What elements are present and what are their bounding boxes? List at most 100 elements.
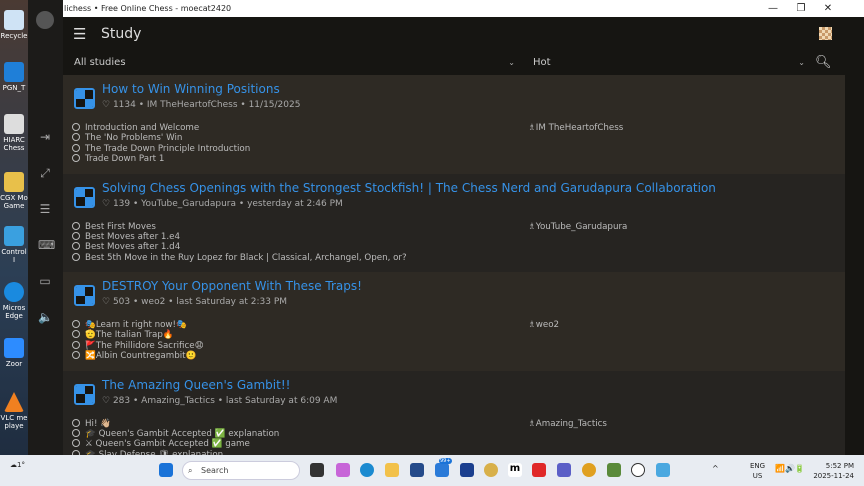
likes: 139 <box>112 198 131 209</box>
study-card[interactable]: The Amazing Queen's Gambit!! ♡ 283 • Ama… <box>63 370 845 455</box>
desktop-icon-label: CGX Mo Game <box>0 194 28 210</box>
fullscreen-icon[interactable]: ⤢ <box>38 166 52 180</box>
maximize-button[interactable]: ❐ <box>791 0 811 17</box>
chapter-item[interactable]: Hi! 👋🏼 <box>72 419 279 429</box>
chapter-item[interactable]: 🫡The Italian Trap🔥 <box>72 330 204 340</box>
search-box[interactable]: ⌕ Search <box>182 461 300 480</box>
study-card[interactable]: DESTROY Your Opponent With These Traps! … <box>63 272 845 371</box>
hamburger-menu-icon[interactable]: ☰ <box>73 25 101 43</box>
desktop-icon-control[interactable]: Control I <box>0 226 28 264</box>
study-title[interactable]: Solving Chess Openings with the Stronges… <box>102 181 716 195</box>
heart-icon: ♡ <box>102 297 111 307</box>
chrome-icon[interactable] <box>582 463 596 477</box>
chapter-item[interactable]: ⚔ Queen's Gambit Accepted ✅ game <box>72 439 279 449</box>
study-title[interactable]: The Amazing Queen's Gambit!! <box>102 378 290 392</box>
order-select[interactable]: Hot ⌄ <box>521 50 811 75</box>
study-title[interactable]: How to Win Winning Positions <box>102 82 280 96</box>
sign-in-icon[interactable]: ⇥ <box>38 130 52 144</box>
author: IM TheHeartofChess <box>146 100 238 110</box>
taskbar: ☁1° ⌕ Search 99+ m ^ ENG US 📶🔊🔋 5:52 PM 202… <box>0 455 864 486</box>
lichess-app-icon[interactable] <box>631 463 645 477</box>
desktop-icon-edge[interactable]: Micros Edge <box>0 282 28 320</box>
youtube-icon[interactable] <box>532 463 546 477</box>
study-card[interactable]: How to Win Winning Positions ♡ 1134 • IM… <box>63 75 845 174</box>
start-button[interactable] <box>159 463 173 477</box>
app-window: ☰ Study All studies ⌄ Hot ⌄ 🔍︎ How to Win … <box>63 17 845 455</box>
window-app-icon[interactable] <box>656 463 670 477</box>
chess-king-icon[interactable] <box>484 463 498 477</box>
copilot-icon[interactable] <box>336 463 350 477</box>
file-explorer-icon[interactable] <box>385 463 399 477</box>
study-icon <box>74 285 95 306</box>
desktop-icon-label: Zoor <box>5 360 23 368</box>
desktop-icon-zoom[interactable]: Zoor <box>0 338 28 368</box>
desktop-icon-label: PGN_T <box>2 84 26 92</box>
chapter-item[interactable]: Best 5th Move in the Ruy Lopez for Black… <box>72 253 407 263</box>
desktop-icon-pgn[interactable]: PGN_T <box>0 62 28 92</box>
window-title: lichess • Free Online Chess - moecat2420 <box>64 4 232 13</box>
study-icon <box>74 383 95 405</box>
chapter-item[interactable]: Best Moves after 1.e4 <box>72 232 407 242</box>
chapter-item[interactable]: Introduction and Welcome <box>72 123 250 133</box>
search-icon[interactable]: 🔍︎ <box>815 55 832 70</box>
chapter-item[interactable]: Best Moves after 1.d4 <box>72 242 407 252</box>
clock[interactable]: 5:52 PM 2025-11-24 <box>813 461 854 481</box>
keyboard-icon[interactable]: ⌨ <box>38 238 55 252</box>
chess-pawn-icon[interactable] <box>607 463 621 477</box>
header: ☰ Study <box>63 17 845 50</box>
study-card[interactable]: Solving Chess Openings with the Stronges… <box>63 173 845 272</box>
edge-icon[interactable] <box>360 463 374 477</box>
weather-widget[interactable]: ☁1° <box>10 461 25 469</box>
mail-icon[interactable]: 99+ <box>435 458 452 477</box>
study-icon <box>74 186 95 208</box>
likes: 283 <box>112 395 131 406</box>
study-title[interactable]: DESTROY Your Opponent With These Traps! <box>102 279 362 293</box>
settings-sliders-icon[interactable]: ☰ <box>38 202 52 216</box>
app-avatar-icon[interactable] <box>36 11 54 29</box>
volume-icon[interactable]: 🔈 <box>38 310 53 324</box>
language-indicator[interactable]: ENG US <box>750 461 765 481</box>
window-titlebar: lichess • Free Online Chess - moecat2420… <box>63 0 864 17</box>
teams-icon[interactable] <box>557 463 571 477</box>
minimize-button[interactable]: — <box>763 0 783 17</box>
chevron-down-icon: ⌄ <box>508 58 515 67</box>
chevron-up-icon[interactable]: ^ <box>712 464 719 473</box>
desktop-icon-label: Control I <box>1 248 27 264</box>
chapter-list: 🎭Learn it right now!🎭 🫡The Italian Trap🔥 🚩… <box>72 320 204 362</box>
chapter-item[interactable]: Best First Moves <box>72 222 407 232</box>
heart-icon: ♡ <box>102 395 111 406</box>
chapter-item[interactable]: Trade Down Part 1 <box>72 154 250 164</box>
heart-icon: ♡ <box>102 198 111 209</box>
chapter-item[interactable]: 🔀Albin Countregambit🙂 <box>72 351 204 361</box>
chapter-item[interactable]: 🎓 Queen's Gambit Accepted ✅ explanation <box>72 429 279 439</box>
desktop-icon-cgx[interactable]: CGX Mo Game <box>0 172 28 210</box>
chapter-item[interactable]: The Trade Down Principle Introduction <box>72 144 250 154</box>
page-title: Study <box>101 25 142 42</box>
weather-temp: 1° <box>17 461 25 469</box>
member-name: IM TheHeartofChess <box>535 123 624 133</box>
window-edge <box>819 17 864 455</box>
date: yesterday at 2:46 PM <box>247 198 343 209</box>
scope-select[interactable]: All studies ⌄ <box>63 50 521 75</box>
member-name: weo2 <box>535 320 560 330</box>
chapter-item[interactable]: The 'No Problems' Win <box>72 133 250 143</box>
date: 11/15/2025 <box>248 100 301 110</box>
store-icon[interactable] <box>410 463 424 477</box>
lichess-l-icon[interactable] <box>460 463 474 477</box>
desktop-icon-vlc[interactable]: VLC me playe <box>0 392 28 430</box>
desktop-icon-hiarcs[interactable]: HIARC Chess <box>0 114 28 152</box>
heart-icon: ♡ <box>102 100 111 110</box>
member-icon: ♗ <box>528 320 536 330</box>
chapter-item[interactable]: 🎭Learn it right now!🎭 <box>72 320 204 330</box>
member-name: Amazing_Tactics <box>535 418 607 429</box>
member-icon: ♗ <box>528 221 536 232</box>
m-app-icon[interactable]: m <box>508 463 522 477</box>
label-icon[interactable]: ▭ <box>38 274 52 288</box>
close-button[interactable]: ✕ <box>818 0 838 17</box>
lichess-board-icon[interactable] <box>819 27 832 40</box>
chapter-item[interactable]: 🚩The Phillidore Sacrifice😧 <box>72 341 204 351</box>
desktop-icon-recycle[interactable]: Recycle <box>0 10 28 40</box>
task-view-icon[interactable] <box>310 463 324 477</box>
network-volume-battery-icons[interactable]: 📶🔊🔋 <box>775 464 805 473</box>
study-meta: ♡ 1134 • IM TheHeartofChess • 11/15/2025 <box>102 100 301 110</box>
